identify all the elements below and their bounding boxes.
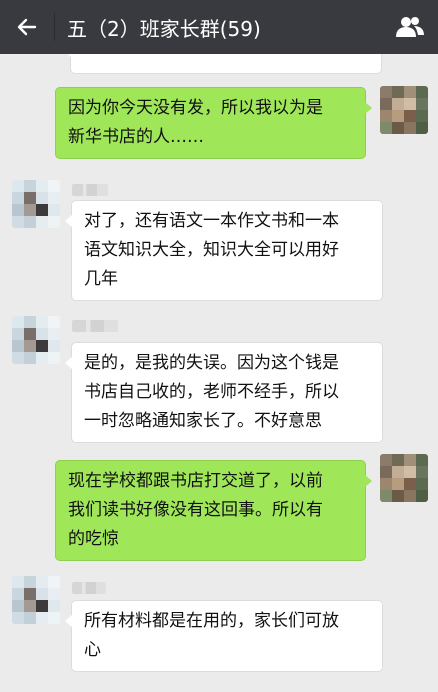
message-bubble-self[interactable]: 现在学校都跟书店打交道了，以前 我们读书好像没有这回事。所以有 的吃惊 [55,460,372,561]
sender-name [72,320,118,332]
avatar-other[interactable] [12,316,60,364]
message-line: 语文知识大全，知识大全可以用好 [84,240,339,260]
avatar-self[interactable] [380,454,428,502]
group-members-icon [396,17,424,37]
sender-name [72,184,108,196]
chat-area[interactable]: 因为你今天没有发，所以我以为是 新华书店的人…… 对了，还有语文一本作文书和一本… [0,54,438,692]
message-line: 所有材料都是在用的，家长们可放 [84,611,339,631]
message-line: 书店自己收的，老师不经手，所以 [84,382,339,402]
message-line: 几年 [84,269,118,289]
message-line: 我们读书好像没有这回事。所以有 [68,500,323,520]
avatar-self[interactable] [380,86,428,134]
group-members-button[interactable] [382,0,438,54]
message-line: 新华书店的人…… [68,127,204,147]
arrow-left-icon [17,18,37,36]
header-divider [54,13,55,41]
message-line: 一时忽略通知家长了。不好意思 [84,411,322,431]
sender-name [72,582,106,594]
chat-header: 五（2）班家长群(59) [0,0,438,54]
message-line: 对了，还有语文一本作文书和一本 [84,211,339,231]
message-bubble-other[interactable]: 所有材料都是在用的，家长们可放 心 [65,600,383,672]
chat-title: 五（2）班家长群(59) [67,16,261,41]
message-line: 是的，是我的失误。因为这个钱是 [84,353,339,373]
back-button[interactable] [0,0,54,54]
message-line: 因为你今天没有发，所以我以为是 [68,98,323,118]
message-bubble-other[interactable] [64,54,382,74]
message-bubble-other[interactable]: 对了，还有语文一本作文书和一本 语文知识大全，知识大全可以用好 几年 [65,200,383,301]
avatar-other[interactable] [12,180,60,228]
message-line: 现在学校都跟书店打交道了，以前 [68,471,323,491]
message-line: 心 [84,640,101,660]
message-bubble-self[interactable]: 因为你今天没有发，所以我以为是 新华书店的人…… [55,87,372,159]
avatar-other[interactable] [12,576,60,624]
message-bubble-other[interactable]: 是的，是我的失误。因为这个钱是 书店自己收的，老师不经手，所以 一时忽略通知家长… [65,342,383,443]
message-line: 的吃惊 [68,529,119,549]
